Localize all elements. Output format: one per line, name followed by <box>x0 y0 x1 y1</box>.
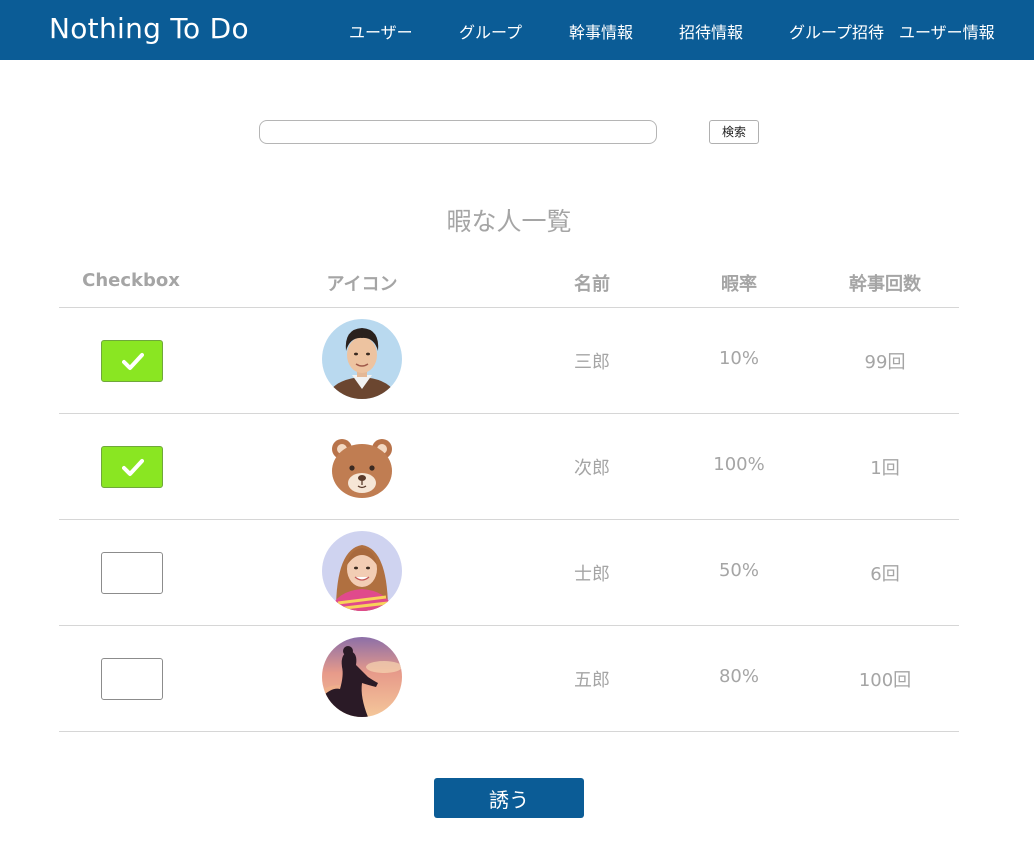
checkmark-icon <box>122 353 144 370</box>
row-organizer-count: 99回 <box>864 352 906 373</box>
row-free-rate: 100% <box>713 454 765 475</box>
row-organizer-count: 1回 <box>870 458 900 479</box>
search-input[interactable] <box>259 120 657 144</box>
table-row: 三郎 10% 99回 <box>59 308 959 413</box>
row-organizer-count: 6回 <box>870 564 900 585</box>
checkmark-icon <box>122 459 144 476</box>
row-checkbox[interactable] <box>101 552 163 594</box>
nav-groups[interactable]: グループ <box>459 19 522 43</box>
row-free-rate: 80% <box>718 666 759 687</box>
top-navbar: Nothing To Do ユーザー グループ 幹事情報 招待情報 グループ招待… <box>0 0 1034 60</box>
row-name: 三郎 <box>574 352 610 373</box>
row-name: 五郎 <box>574 670 610 691</box>
nav-invitation-info[interactable]: 招待情報 <box>679 19 743 43</box>
column-header-checkbox: Checkbox <box>82 270 180 291</box>
column-header-icon: アイコン <box>326 274 398 295</box>
nav-group-invite[interactable]: グループ招待 <box>789 19 884 43</box>
nav-organizer-info[interactable]: 幹事情報 <box>569 19 633 43</box>
row-name: 士郎 <box>574 564 610 585</box>
nav-users[interactable]: ユーザー <box>349 19 413 43</box>
table-divider <box>59 731 959 732</box>
row-name: 次郎 <box>574 458 610 479</box>
row-free-rate: 10% <box>718 348 759 369</box>
row-free-rate: 50% <box>718 560 759 581</box>
brand-logo-link[interactable]: Nothing To Do <box>49 12 249 45</box>
invite-button[interactable]: 誘う <box>434 778 584 818</box>
row-checkbox[interactable] <box>101 658 163 700</box>
page-title: 暇な人一覧 <box>446 207 572 236</box>
row-checkbox[interactable] <box>101 340 163 382</box>
column-header-name: 名前 <box>574 274 610 295</box>
silhouette-sunset-avatar <box>322 637 402 717</box>
nav-user-info[interactable]: ユーザー情報 <box>899 19 995 43</box>
table-row: 五郎 80% 100回 <box>59 626 959 731</box>
bear-avatar <box>322 425 402 505</box>
woman-photo-avatar <box>322 531 402 611</box>
column-header-organizer-count: 幹事回数 <box>849 274 921 295</box>
column-header-free-rate: 暇率 <box>721 274 757 295</box>
table-row: 士郎 50% 6回 <box>59 520 959 625</box>
row-organizer-count: 100回 <box>858 670 912 691</box>
man-photo-avatar <box>322 319 402 399</box>
row-checkbox[interactable] <box>101 446 163 488</box>
search-button[interactable]: 検索 <box>709 120 759 144</box>
table-row: 次郎 100% 1回 <box>59 414 959 519</box>
